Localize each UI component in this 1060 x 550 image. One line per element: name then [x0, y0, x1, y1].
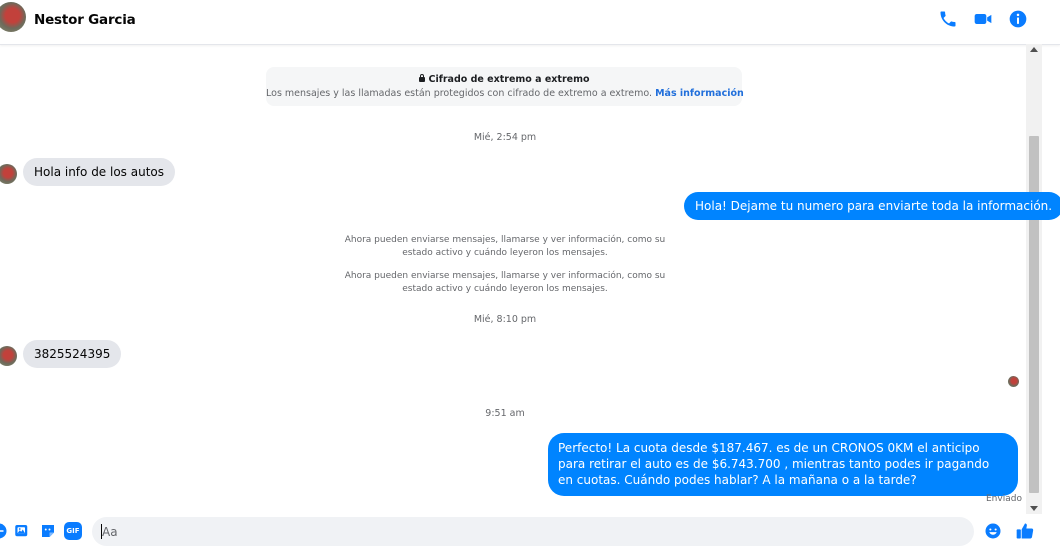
message-scrollbar[interactable] — [1026, 44, 1042, 514]
timestamp: Mié, 8:10 pm — [473, 314, 537, 325]
info-notice: Ahora pueden enviarse mensajes, llamarse… — [344, 235, 666, 258]
encryption-title: Cifrado de extremo a extremo — [266, 74, 742, 85]
photo-icon[interactable] — [13, 522, 31, 540]
lock-icon — [418, 74, 425, 82]
timestamp: 9:51 am — [485, 408, 525, 419]
gif-icon[interactable]: GIF — [64, 522, 82, 540]
phone-icon[interactable] — [938, 9, 958, 29]
seen-avatar-indicator — [1008, 376, 1019, 387]
sticker-icon[interactable] — [39, 522, 57, 540]
scrollbar-thumb[interactable] — [1029, 136, 1039, 493]
video-camera-icon[interactable] — [973, 9, 993, 29]
info-notice: Ahora pueden enviarse mensajes, llamarse… — [344, 271, 666, 294]
info-icon[interactable] — [1008, 9, 1028, 29]
sender-avatar[interactable] — [0, 164, 17, 184]
outgoing-message[interactable]: Hola! Dejame tu numero para enviarte tod… — [684, 192, 1060, 220]
more-info-link[interactable]: Más información — [655, 88, 744, 99]
scroll-up-arrow-icon[interactable] — [1030, 47, 1038, 52]
thumbs-up-icon[interactable] — [1015, 521, 1035, 541]
outgoing-message[interactable]: Perfecto! La cuota desde $187.467. es de… — [548, 433, 1018, 496]
text-cursor — [101, 524, 102, 539]
conversation-header: Nestor Garcia — [0, 0, 1060, 45]
encryption-notice: Cifrado de extremo a extremo Los mensaje… — [266, 67, 744, 106]
contact-avatar[interactable] — [0, 2, 26, 32]
encryption-title-text: Cifrado de extremo a extremo — [428, 74, 590, 85]
contact-name[interactable]: Nestor Garcia — [34, 12, 136, 28]
sender-avatar[interactable] — [0, 346, 17, 366]
more-actions-icon[interactable] — [0, 522, 8, 540]
emoji-icon[interactable] — [984, 522, 1002, 540]
incoming-message[interactable]: Hola info de los autos — [23, 158, 176, 186]
encryption-body-text: Los mensajes y las llamadas están proteg… — [266, 88, 653, 99]
message-input[interactable] — [92, 517, 974, 546]
timestamp: Mié, 2:54 pm — [473, 132, 537, 143]
incoming-message[interactable]: 3825524395 — [23, 340, 122, 368]
scroll-down-arrow-icon[interactable] — [1030, 506, 1038, 511]
encryption-body: Los mensajes y las llamadas están proteg… — [266, 88, 744, 99]
message-status: Enviado — [986, 494, 1022, 504]
